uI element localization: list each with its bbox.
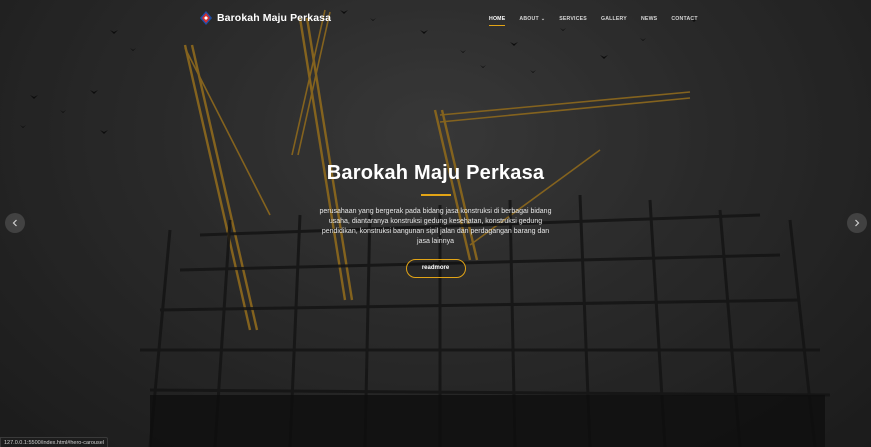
- brand-link[interactable]: Barokah Maju Perkasa: [200, 11, 331, 25]
- hero-content: Barokah Maju Perkasa perusahaan yang ber…: [0, 162, 871, 278]
- nav-gallery[interactable]: GALLERY: [594, 15, 634, 23]
- nav-contact[interactable]: CONTACT: [664, 15, 704, 23]
- nav-home[interactable]: HOME: [482, 15, 512, 26]
- hero-description: perusahaan yang bergerak pada bidang jas…: [319, 208, 552, 245]
- chevron-right-icon: [855, 219, 860, 227]
- carousel-prev-button[interactable]: [5, 213, 25, 233]
- nav-news[interactable]: NEWS: [634, 15, 664, 23]
- title-divider: [420, 194, 451, 196]
- nav-services[interactable]: SERVICES: [552, 15, 594, 23]
- hero-carousel: Barokah Maju Perkasa HOME ABOUT ⌄ SERVICE…: [0, 0, 871, 447]
- company-logo-icon: [200, 11, 212, 25]
- readmore-button[interactable]: readmore: [405, 259, 466, 278]
- brand-name: Barokah Maju Perkasa: [217, 12, 332, 24]
- hero-title: Barokah Maju Perkasa: [326, 162, 545, 184]
- chevron-left-icon: [12, 219, 17, 227]
- carousel-next-button[interactable]: [847, 213, 867, 233]
- main-nav: HOME ABOUT ⌄ SERVICES GALLERY NEWS CONTAC…: [482, 15, 705, 26]
- nav-about-label: ABOUT: [519, 16, 539, 22]
- nav-about[interactable]: ABOUT ⌄: [512, 15, 552, 23]
- chevron-down-icon: ⌄: [540, 16, 546, 22]
- browser-status-url: 127.0.0.1:5500/index.html#hero-carousel: [0, 437, 108, 447]
